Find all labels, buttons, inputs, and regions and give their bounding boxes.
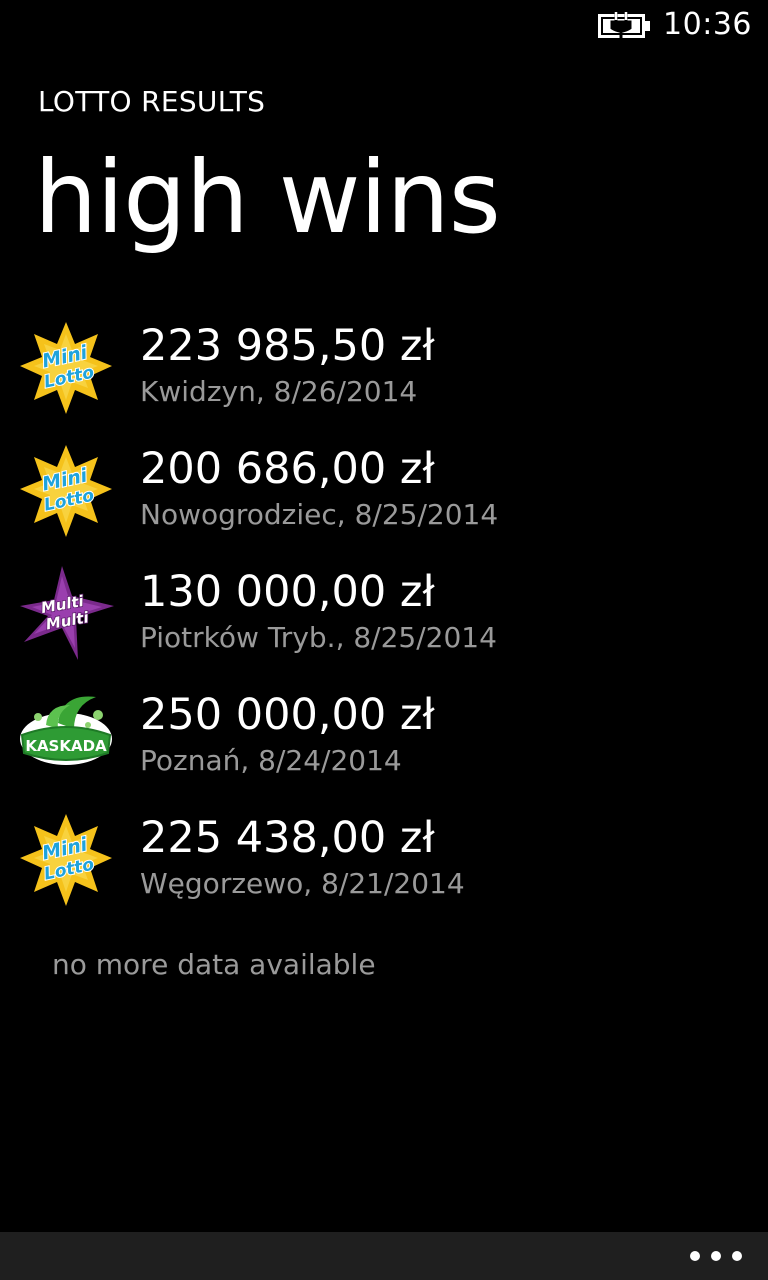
status-clock: 10:36 <box>663 7 752 42</box>
kaskada-logo-icon: KASKADA <box>20 696 112 765</box>
mini-lotto-logo-icon: Mini Lotto <box>20 322 112 414</box>
win-list-item[interactable]: KASKADA 250 000,00 zł Poznań, 8/24/2014 <box>0 687 768 810</box>
win-location-date: Nowogrodziec, 8/25/2014 <box>140 498 499 531</box>
page-title: high wins <box>34 139 501 256</box>
win-list-item[interactable]: Mini Lotto 223 985,50 zł Kwidzyn, 8/26/2… <box>0 318 768 441</box>
ellipsis-icon[interactable] <box>686 1242 746 1270</box>
win-amount: 200 686,00 zł <box>140 444 435 494</box>
win-location-date: Kwidzyn, 8/26/2014 <box>140 375 418 408</box>
win-location-date: Węgorzewo, 8/21/2014 <box>140 867 465 900</box>
multi-multi-logo-icon: Multi Multi <box>20 566 114 660</box>
app-bar <box>0 1232 768 1280</box>
win-location-date: Piotrków Tryb., 8/25/2014 <box>140 621 497 654</box>
win-amount: 223 985,50 zł <box>140 321 435 371</box>
battery-charging-icon <box>598 12 650 39</box>
win-list-item[interactable]: Mini Lotto 225 438,00 zł Węgorzewo, 8/21… <box>0 810 768 933</box>
mini-lotto-logo-icon: Mini Lotto <box>20 814 112 906</box>
high-wins-list: Mini Lotto 223 985,50 zł Kwidzyn, 8/26/2… <box>0 318 768 933</box>
win-amount: 130 000,00 zł <box>140 567 435 617</box>
win-list-item[interactable]: Mini Lotto 200 686,00 zł Nowogrodziec, 8… <box>0 441 768 564</box>
win-amount: 225 438,00 zł <box>140 813 435 863</box>
lotto-results-screen: 10:36 LOTTO RESULTS high wins Mini Lotto… <box>0 0 768 1280</box>
svg-text:KASKADA: KASKADA <box>25 737 107 755</box>
app-title: LOTTO RESULTS <box>38 85 266 118</box>
status-bar: 10:36 <box>0 0 768 50</box>
win-amount: 250 000,00 zł <box>140 690 435 740</box>
mini-lotto-logo-icon: Mini Lotto <box>20 445 112 537</box>
no-more-data-message: no more data available <box>52 948 376 981</box>
win-location-date: Poznań, 8/24/2014 <box>140 744 402 777</box>
win-list-item[interactable]: Multi Multi 130 000,00 zł Piotrków Tryb.… <box>0 564 768 687</box>
